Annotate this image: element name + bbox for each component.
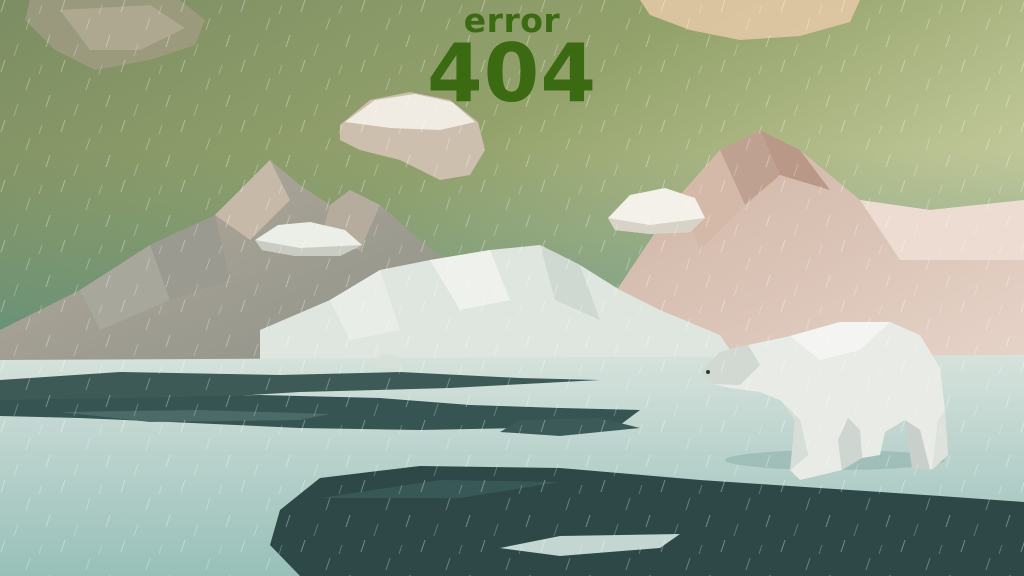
rain-overlay (0, 0, 1024, 576)
arctic-illustration (0, 0, 1024, 576)
